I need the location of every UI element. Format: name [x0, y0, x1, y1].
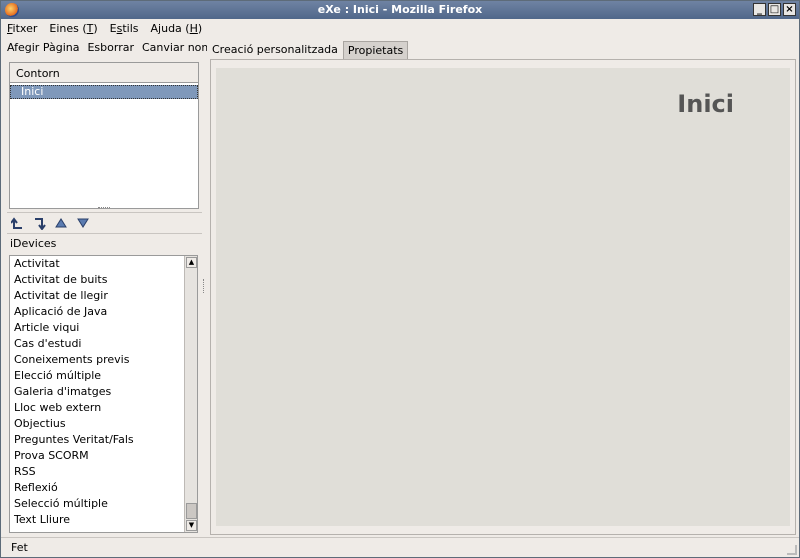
menu-eines[interactable]: Eines (T)	[49, 22, 97, 35]
resize-grip-icon[interactable]	[787, 545, 797, 555]
idevice-item[interactable]: Activitat de llegir	[10, 288, 197, 304]
idevice-item[interactable]: Text Lliure	[10, 512, 197, 528]
idevice-item[interactable]: Elecció múltiple	[10, 368, 197, 384]
content-area: Inici	[210, 59, 796, 535]
idevice-item[interactable]: Aplicació de Java	[10, 304, 197, 320]
status-text: Fet	[11, 541, 28, 554]
move-down-icon[interactable]	[76, 216, 90, 230]
outline-nav-buttons	[7, 212, 202, 234]
scroll-down-icon[interactable]: ▼	[186, 520, 197, 531]
outline-toolbar: Afegir Pàgina Esborrar Canviar nom	[4, 39, 215, 59]
title-bar: eXe : Inici - Mozilla Firefox _ □ ×	[1, 1, 799, 19]
tab-bar: Creació personalitzada Propietats	[207, 40, 409, 59]
tab-properties[interactable]: Propietats	[342, 41, 409, 59]
scroll-up-icon[interactable]: ▲	[186, 257, 197, 268]
outline-header: Contorn	[10, 63, 198, 83]
scroll-thumb[interactable]	[186, 503, 197, 519]
page-title: Inici	[677, 90, 734, 118]
idevice-item[interactable]: Prova SCORM	[10, 448, 197, 464]
menu-ajuda[interactable]: Ajuda (H)	[151, 22, 203, 35]
idevice-item[interactable]: Lloc web extern	[10, 400, 197, 416]
status-bar: Fet	[1, 537, 799, 557]
idevices-list: Activitat Activitat de buits Activitat d…	[9, 255, 198, 533]
close-button[interactable]: ×	[783, 3, 796, 16]
maximize-button[interactable]: □	[768, 3, 781, 16]
pane-splitter[interactable]	[203, 279, 206, 293]
idevice-item[interactable]: Reflexió	[10, 480, 197, 496]
idevice-item[interactable]: Preguntes Veritat/Fals	[10, 432, 197, 448]
idevice-item[interactable]: Activitat	[10, 256, 197, 272]
rename-button[interactable]: Canviar nom	[139, 39, 215, 59]
demote-node-icon[interactable]	[32, 216, 46, 230]
delete-button[interactable]: Esborrar	[84, 39, 137, 59]
idevice-item[interactable]: Activitat de buits	[10, 272, 197, 288]
minimize-button[interactable]: _	[753, 3, 766, 16]
outline-resize-grip[interactable]	[98, 207, 110, 210]
outline-tree: Contorn Inici	[9, 62, 199, 209]
authoring-canvas: Inici	[216, 68, 790, 526]
move-up-icon[interactable]	[54, 216, 68, 230]
outline-node-inici[interactable]: Inici	[10, 85, 198, 99]
menu-fitxer[interactable]: Fitxer	[7, 22, 37, 35]
idevice-item[interactable]: Cas d'estudi	[10, 336, 197, 352]
idevices-label: iDevices	[10, 237, 57, 250]
menu-estils[interactable]: Estils	[110, 22, 139, 35]
idevice-item[interactable]: Objectius	[10, 416, 197, 432]
idevice-item[interactable]: RSS	[10, 464, 197, 480]
add-page-button[interactable]: Afegir Pàgina	[4, 39, 82, 59]
idevice-item[interactable]: Article viqui	[10, 320, 197, 336]
idevice-item[interactable]: Galeria d'imatges	[10, 384, 197, 400]
idevice-item[interactable]: Selecció múltiple	[10, 496, 197, 512]
window-title: eXe : Inici - Mozilla Firefox	[317, 3, 483, 16]
idevice-item[interactable]: Coneixements previs	[10, 352, 197, 368]
promote-node-icon[interactable]	[10, 216, 24, 230]
idevices-scrollbar[interactable]: ▲ ▼	[184, 256, 197, 532]
tab-authoring[interactable]: Creació personalitzada	[207, 40, 343, 59]
browser-window: eXe : Inici - Mozilla Firefox _ □ × Fitx…	[0, 0, 800, 558]
menu-bar: Fitxer Eines (T) Estils Ajuda (H)	[1, 19, 799, 37]
